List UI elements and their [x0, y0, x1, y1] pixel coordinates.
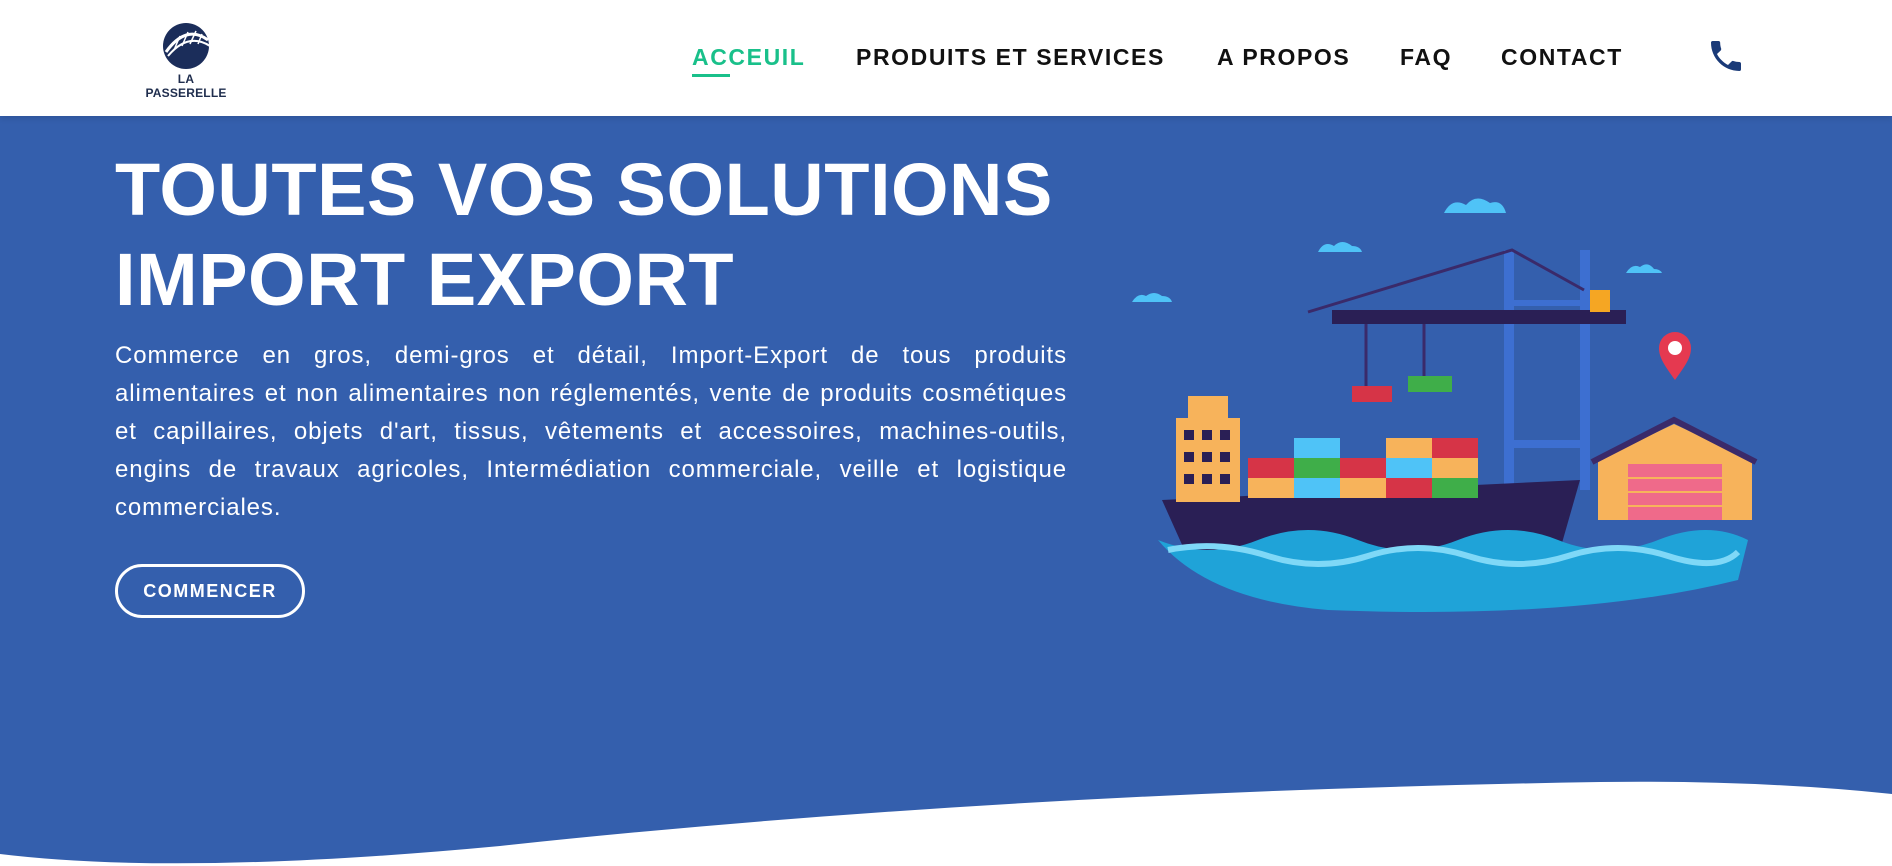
hero-title-line-1: TOUTES VOS SOLUTIONS — [115, 148, 1053, 231]
hero-bottom-wave — [0, 781, 1892, 866]
active-nav-indicator — [692, 74, 730, 77]
warehouse — [1590, 416, 1758, 520]
brand-name: LA PASSERELLE — [145, 72, 227, 100]
cargo-ship-illustration — [1132, 198, 1758, 612]
brand-logo[interactable]: LA PASSERELLE — [138, 22, 234, 100]
commencer-button[interactable]: COMMENCER — [115, 564, 305, 618]
logo-mark-icon — [163, 23, 211, 69]
nav-item-produits-et-services[interactable]: PRODUITS ET SERVICES — [856, 44, 1165, 71]
location-pin-icon — [1659, 332, 1691, 380]
hero-description: Commerce en gros, demi-gros et détail, I… — [115, 342, 1067, 521]
hero-title: TOUTES VOS SOLUTIONS IMPORT EXPORT — [115, 145, 1075, 325]
nav-item-acceuil[interactable]: ACCEUIL — [692, 44, 805, 71]
nav-item-faq[interactable]: FAQ — [1400, 44, 1452, 71]
nav-item-a-propos[interactable]: A PROPOS — [1217, 44, 1350, 71]
nav-item-contact[interactable]: CONTACT — [1501, 44, 1623, 71]
hero-title-line-2: IMPORT EXPORT — [115, 238, 735, 321]
phone-icon[interactable] — [1706, 36, 1746, 76]
site-header: LA PASSERELLE ACCEUIL PRODUITS ET SERVIC… — [0, 0, 1892, 116]
